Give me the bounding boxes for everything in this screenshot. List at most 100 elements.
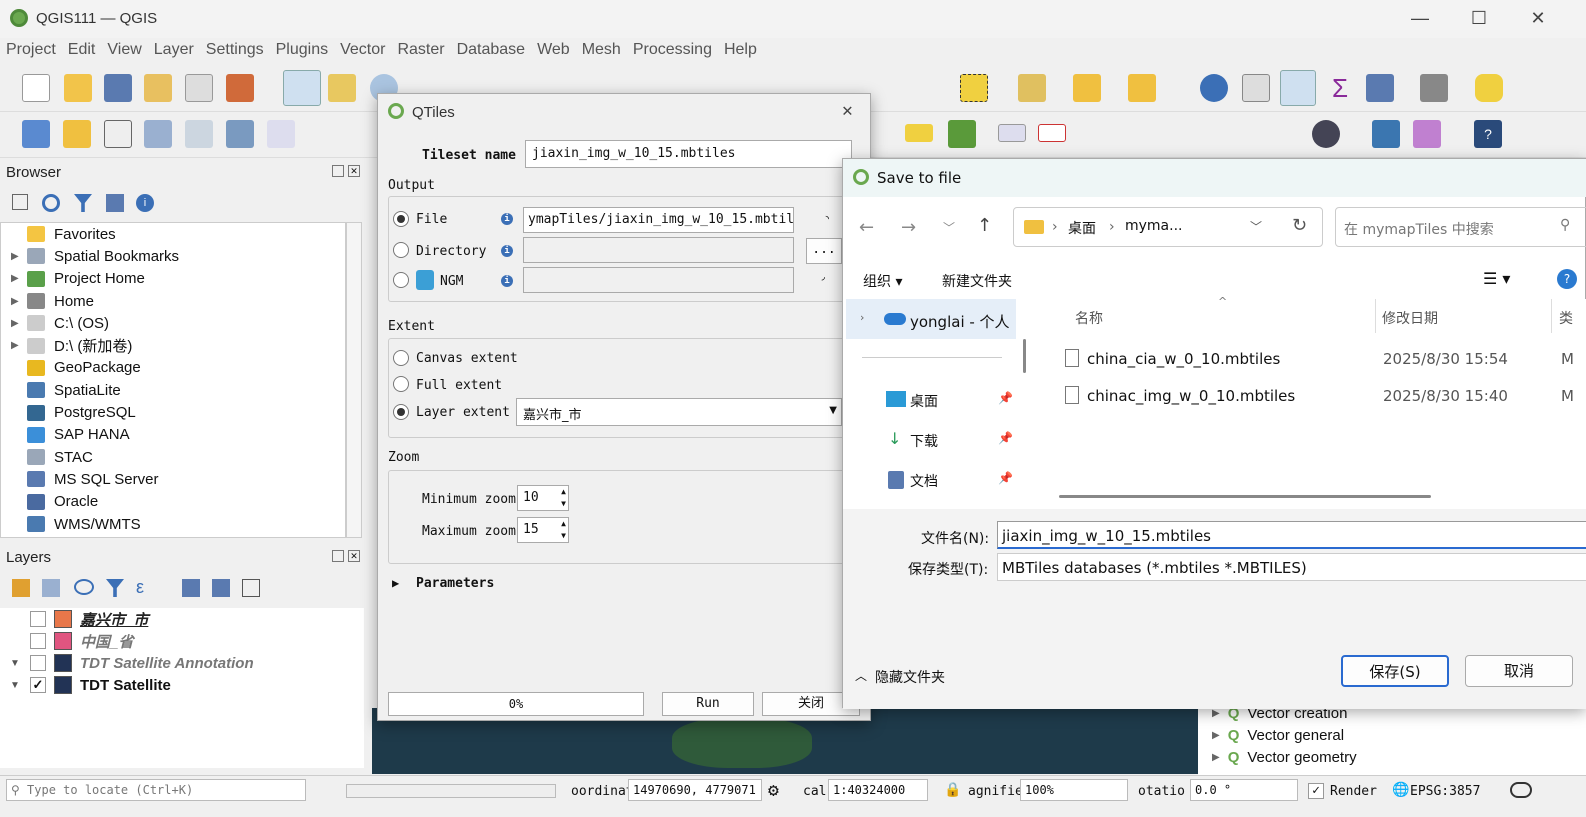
layer-visibility-checkbox[interactable]: ✓ bbox=[30, 677, 46, 693]
tree-item-vector-geometry[interactable]: ▶ Q Vector geometry bbox=[1198, 746, 1586, 768]
render-checkbox[interactable]: ✓ bbox=[1308, 783, 1324, 799]
min-zoom-spinbox[interactable]: 10 ▲ ▼ bbox=[517, 485, 569, 511]
refresh-icon[interactable] bbox=[42, 194, 60, 212]
spin-arrows-icon[interactable]: ▲ ▼ bbox=[561, 518, 566, 542]
identify-icon[interactable] bbox=[1200, 74, 1228, 102]
file-radio[interactable] bbox=[393, 211, 409, 227]
close-panel-icon[interactable]: ✕ bbox=[348, 550, 360, 562]
menu-item-vector[interactable]: Vector bbox=[334, 38, 391, 62]
full-extent-radio[interactable] bbox=[393, 376, 409, 392]
close-dialog-button[interactable]: ✕ bbox=[842, 100, 853, 121]
address-bar[interactable]: › 桌面 › myma... ﹀ ↻ bbox=[1013, 207, 1323, 247]
layer-row[interactable]: 嘉兴市_市 bbox=[0, 608, 364, 630]
expand-arrow-icon[interactable]: ▶ bbox=[11, 296, 27, 307]
filter-icon[interactable] bbox=[74, 194, 92, 212]
menu-item-raster[interactable]: Raster bbox=[391, 38, 450, 62]
close-window-button[interactable]: ✕ bbox=[1523, 8, 1553, 29]
browser-item[interactable]: ▶ Spatial Bookmarks bbox=[1, 245, 345, 267]
expression-filter-icon[interactable]: ε bbox=[136, 577, 144, 598]
remove-layer-icon[interactable] bbox=[242, 579, 260, 597]
new-gps-icon[interactable] bbox=[267, 120, 295, 148]
browser-item[interactable]: PostgreSQL bbox=[1, 401, 345, 423]
file-row[interactable]: china_cia_w_0_10.mbtiles 2025/8/30 15:54 M bbox=[1035, 345, 1586, 375]
layer-row[interactable]: ▼ ✓ TDT Satellite bbox=[0, 674, 364, 696]
layer-row[interactable]: ▼ TDT Satellite Annotation bbox=[0, 652, 364, 674]
layer-visibility-checkbox[interactable] bbox=[30, 633, 46, 649]
nav-scrollbar[interactable] bbox=[1023, 339, 1026, 373]
python-console-icon[interactable] bbox=[1372, 120, 1400, 148]
float-panel-icon[interactable] bbox=[332, 165, 344, 177]
parameters-toggle[interactable]: Parameters bbox=[416, 576, 494, 591]
new-geopackage-icon[interactable] bbox=[63, 120, 91, 148]
cancel-button[interactable]: 取消 bbox=[1465, 655, 1573, 687]
organize-menu[interactable]: 组织 ▾ bbox=[863, 271, 902, 291]
tree-item-vector-general[interactable]: ▶ Q Vector general bbox=[1198, 724, 1586, 746]
directory-radio[interactable] bbox=[393, 242, 409, 258]
ngm-input[interactable] bbox=[523, 267, 794, 293]
browser-item[interactable]: SpatiaLite bbox=[1, 379, 345, 401]
browser-item[interactable]: ▶ D:\ (新加卷) bbox=[1, 334, 345, 356]
collapse-all-layers-icon[interactable] bbox=[212, 579, 230, 597]
browser-scrollbar[interactable] bbox=[346, 222, 362, 538]
menu-item-web[interactable]: Web bbox=[531, 38, 576, 62]
scale-field[interactable]: 1:40324000 bbox=[828, 779, 928, 801]
browser-item[interactable]: MS SQL Server bbox=[1, 468, 345, 490]
file-list-hscrollbar[interactable] bbox=[1059, 495, 1431, 498]
layer-extent-radio[interactable] bbox=[393, 404, 409, 420]
menu-item-database[interactable]: Database bbox=[451, 38, 532, 62]
lock-icon[interactable]: 🔒 bbox=[944, 782, 961, 798]
browser-item[interactable]: ▶ C:\ (OS) bbox=[1, 312, 345, 334]
help-icon[interactable]: ? bbox=[1557, 269, 1577, 289]
pin-label-icon[interactable] bbox=[998, 124, 1026, 142]
chevron-down-icon[interactable]: ﹀ bbox=[1250, 218, 1262, 235]
properties-info-icon[interactable]: i bbox=[136, 194, 154, 212]
add-group-icon[interactable] bbox=[42, 579, 60, 597]
coordinate-toggle-icon[interactable]: ⚙ bbox=[768, 780, 779, 801]
save-type-select[interactable]: MBTiles databases (*.mbtiles *.MBTILES) bbox=[997, 553, 1586, 581]
browser-item[interactable]: ▶ Project Home bbox=[1, 268, 345, 290]
browser-item[interactable]: GeoPackage bbox=[1, 357, 345, 379]
pan-map-icon[interactable] bbox=[283, 70, 321, 106]
measure-icon[interactable] bbox=[1420, 74, 1448, 102]
menu-item-processing[interactable]: Processing bbox=[627, 38, 718, 62]
visibility-eye-icon[interactable] bbox=[74, 579, 94, 595]
open-table-icon[interactable] bbox=[1366, 74, 1394, 102]
minimize-button[interactable]: — bbox=[1405, 8, 1435, 29]
attribute-table-icon[interactable] bbox=[1242, 74, 1270, 102]
browse-button[interactable]: ... bbox=[806, 238, 842, 264]
browser-item[interactable]: Favorites bbox=[1, 223, 345, 245]
coordinate-field[interactable]: 14970690, 4779071 bbox=[628, 779, 762, 801]
breadcrumb-desktop[interactable]: 桌面 bbox=[1068, 218, 1096, 238]
quick-access-desktop[interactable]: 桌面 bbox=[910, 391, 938, 411]
menu-item-project[interactable]: Project bbox=[0, 38, 62, 62]
expand-arrow-icon[interactable]: ▶ bbox=[11, 273, 27, 284]
plugins-grid-icon[interactable] bbox=[1413, 120, 1441, 148]
quick-access-documents[interactable]: 文档 bbox=[910, 471, 938, 491]
map-tips-icon[interactable] bbox=[1475, 74, 1503, 102]
run-button[interactable]: Run bbox=[662, 692, 754, 716]
view-options-icon[interactable]: ☰ ▾ bbox=[1483, 269, 1510, 288]
breadcrumb-mymaptiles[interactable]: myma... bbox=[1125, 218, 1183, 234]
menu-item-settings[interactable]: Settings bbox=[200, 38, 270, 62]
expand-arrow-icon[interactable]: ▼ bbox=[0, 658, 30, 669]
deselect-icon[interactable] bbox=[1018, 74, 1046, 102]
collapse-all-icon[interactable] bbox=[106, 194, 124, 212]
column-header-type[interactable]: 类 bbox=[1559, 308, 1573, 328]
browser-item[interactable]: SAP HANA bbox=[1, 424, 345, 446]
float-panel-icon[interactable] bbox=[332, 550, 344, 562]
file-row[interactable]: chinac_img_w_0_10.mbtiles 2025/8/30 15:40… bbox=[1035, 382, 1586, 412]
expand-arrow-icon[interactable]: ▶ bbox=[11, 318, 27, 329]
menu-item-view[interactable]: View bbox=[101, 38, 147, 62]
toolbox-gear-icon[interactable] bbox=[1280, 70, 1316, 106]
filter-legend-icon[interactable] bbox=[106, 579, 124, 597]
locator-input[interactable]: ⚲ Type to locate (Ctrl+K) bbox=[6, 779, 306, 801]
open-project-icon[interactable] bbox=[64, 74, 92, 102]
data-source-manager-icon[interactable] bbox=[22, 120, 50, 148]
expand-arrow-icon[interactable]: ▼ bbox=[0, 680, 30, 691]
column-header-name[interactable]: 名称 bbox=[1075, 308, 1103, 328]
menu-item-plugins[interactable]: Plugins bbox=[270, 38, 334, 62]
layer-row[interactable]: 中国_省 bbox=[0, 630, 364, 652]
tileset-name-input[interactable]: jiaxin_img_w_10_15.mbtiles bbox=[525, 140, 852, 168]
add-selected-layers-icon[interactable] bbox=[12, 194, 28, 210]
spin-arrows-icon[interactable]: ▲ ▼ bbox=[561, 486, 566, 510]
